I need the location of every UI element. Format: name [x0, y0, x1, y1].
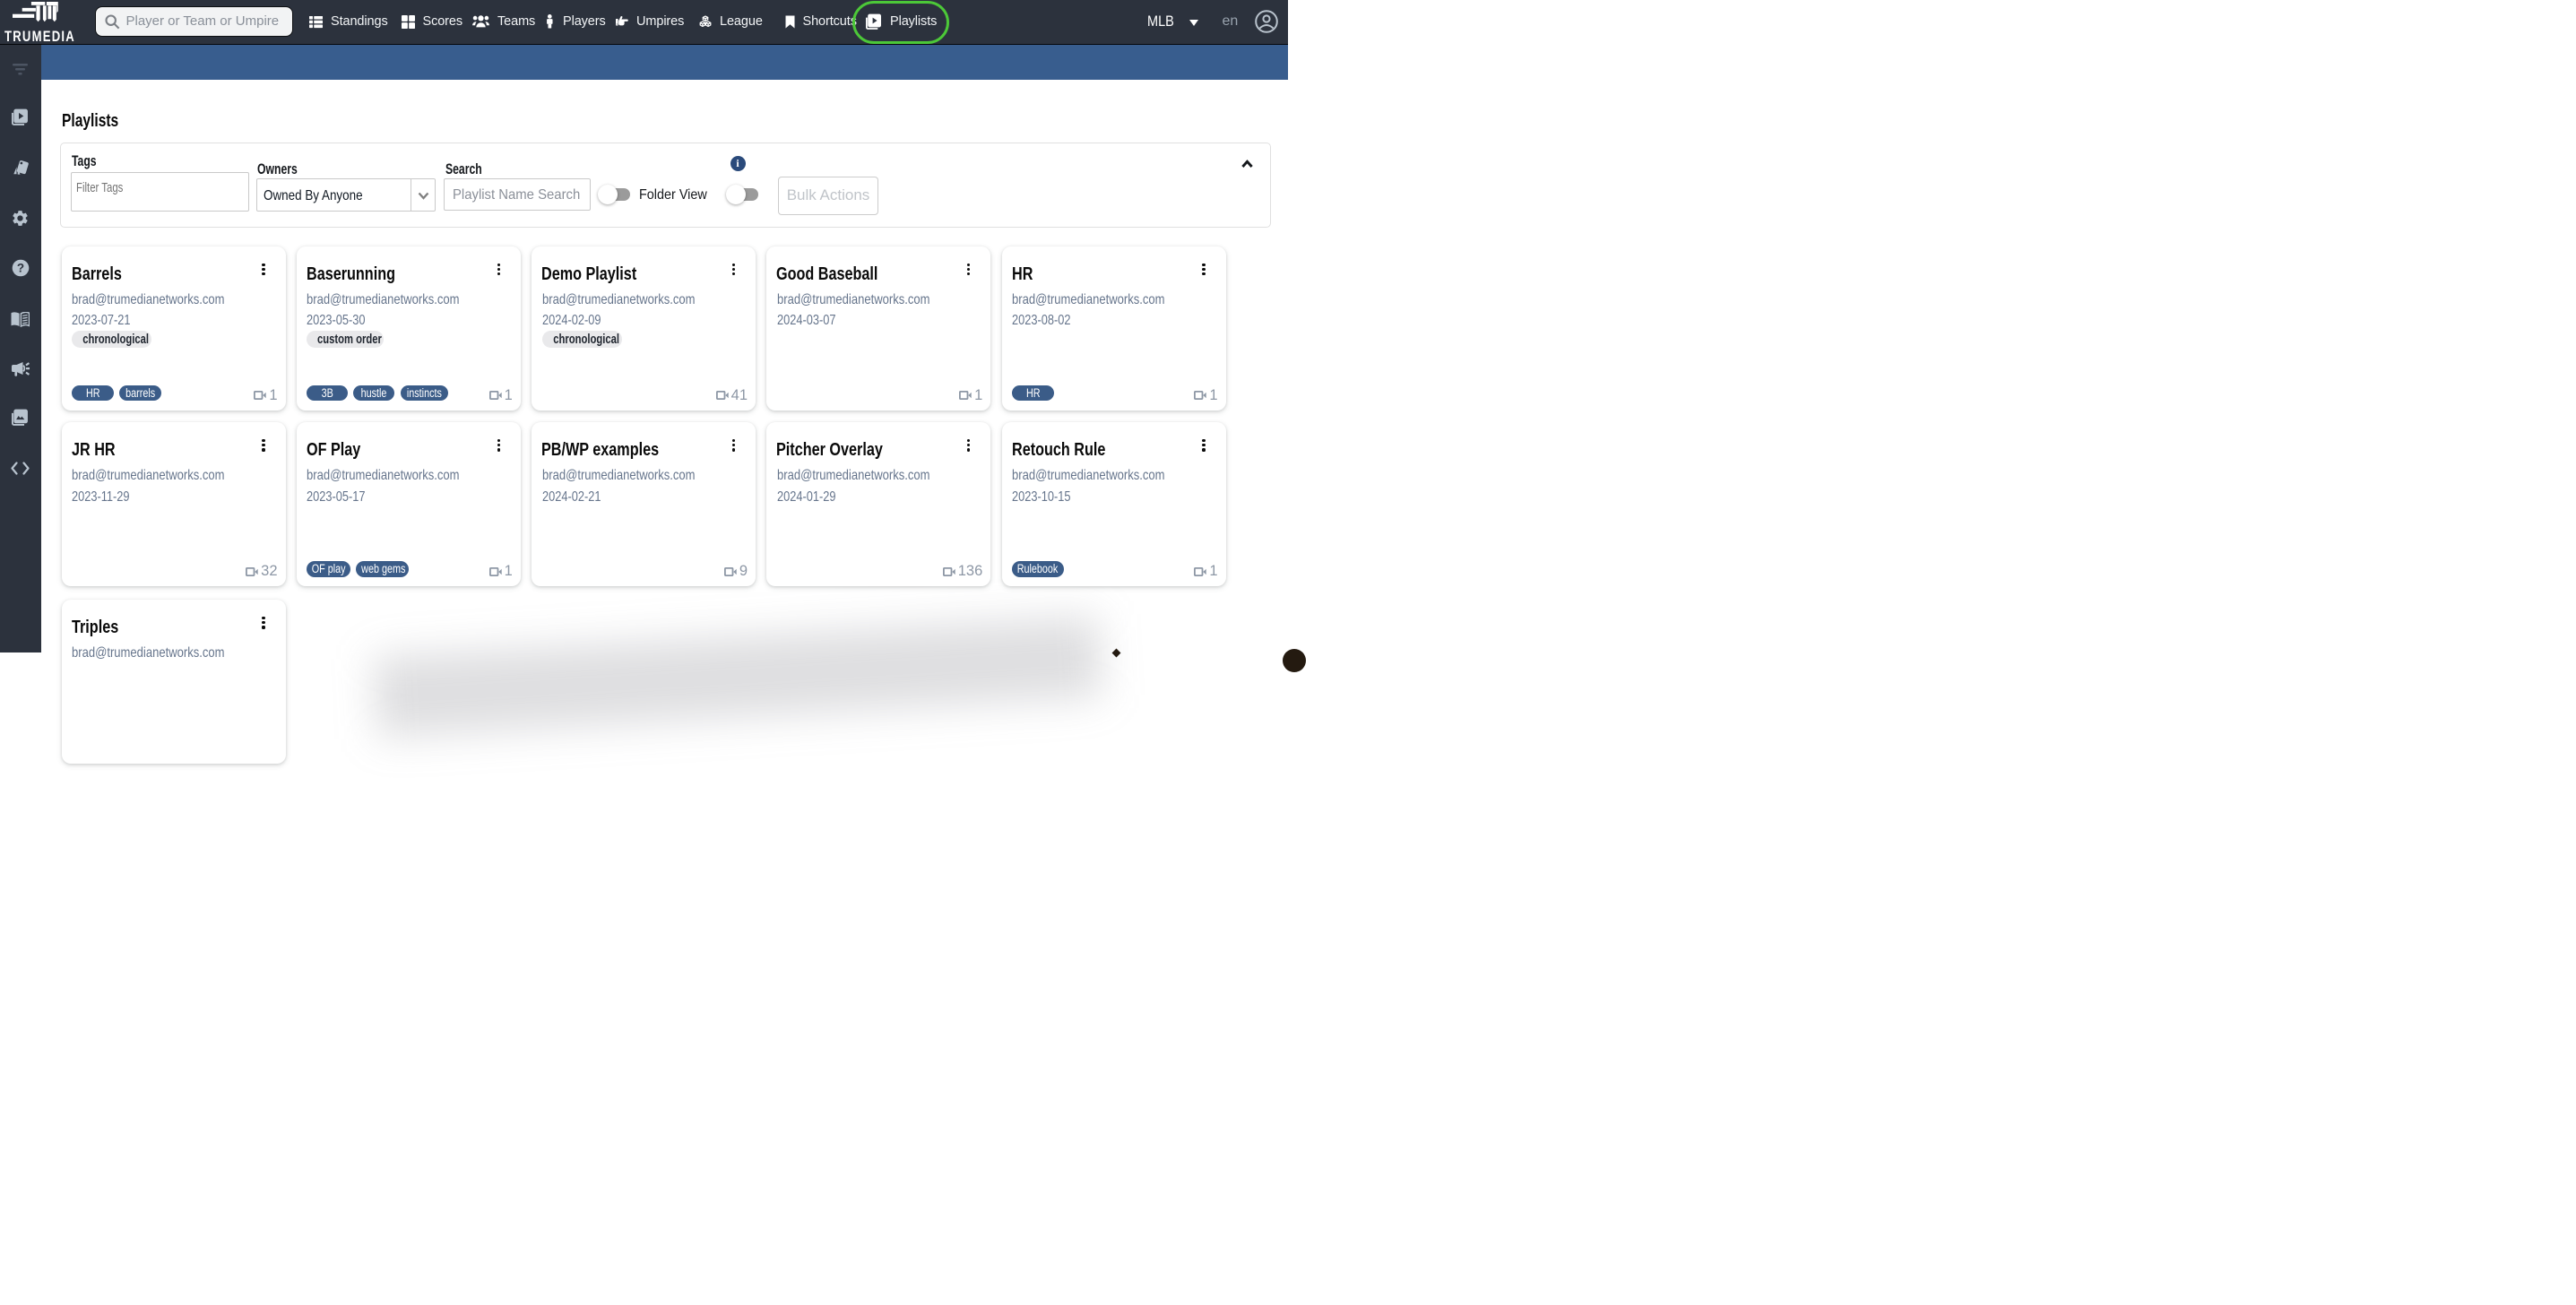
- svg-text:?: ?: [17, 262, 24, 275]
